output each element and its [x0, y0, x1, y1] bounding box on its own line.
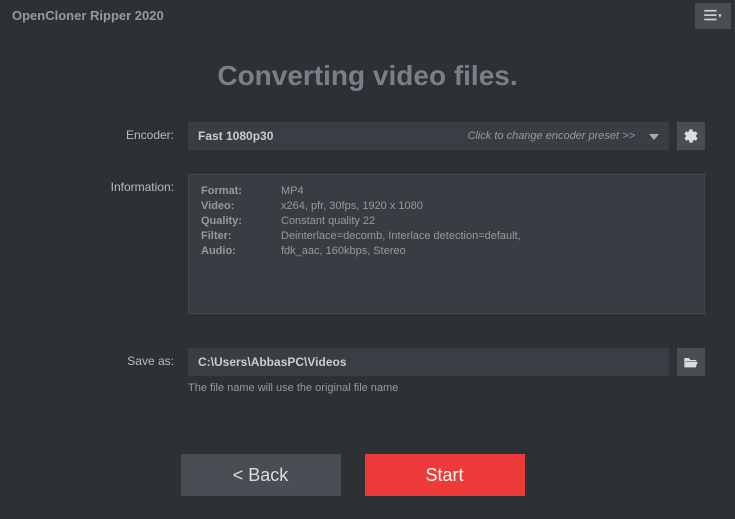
info-audio-value: fdk_aac, 160kbps, Stereo: [281, 245, 692, 257]
saveas-path-value: C:\Users\AbbasPC\Videos: [198, 355, 347, 369]
saveas-label: Save as:: [0, 348, 188, 376]
encoder-hint: Click to change encoder preset >>: [467, 130, 643, 142]
encoder-settings-button[interactable]: [677, 122, 705, 150]
saveas-note: The file name will use the original file…: [188, 382, 705, 394]
hamburger-icon: [704, 9, 722, 23]
info-quality-value: Constant quality 22: [281, 215, 692, 227]
saveas-path-input[interactable]: C:\Users\AbbasPC\Videos: [188, 348, 669, 376]
info-format-value: MP4: [281, 185, 692, 197]
app-title: OpenCloner Ripper 2020: [12, 8, 164, 23]
back-button[interactable]: < Back: [181, 454, 341, 496]
info-quality-key: Quality:: [201, 215, 281, 227]
info-video-value: x264, pfr, 30fps, 1920 x 1080: [281, 200, 692, 212]
menu-button[interactable]: [695, 3, 731, 29]
titlebar: OpenCloner Ripper 2020: [0, 0, 735, 30]
info-filter-key: Filter:: [201, 230, 281, 242]
info-video-key: Video:: [201, 200, 281, 212]
gear-icon: [683, 128, 699, 144]
encoder-preset-dropdown[interactable]: Fast 1080p30 Click to change encoder pre…: [188, 122, 669, 150]
info-format-key: Format:: [201, 185, 281, 197]
chevron-down-icon: [649, 129, 659, 143]
info-filter-value: Deinterlace=decomb, Interlace detection=…: [281, 230, 692, 242]
folder-open-icon: [683, 355, 699, 369]
start-button[interactable]: Start: [365, 454, 525, 496]
information-label: Information:: [0, 174, 188, 314]
page-title: Converting video files.: [0, 60, 735, 92]
browse-folder-button[interactable]: [677, 348, 705, 376]
encoder-label: Encoder:: [0, 122, 188, 150]
information-panel: Format: MP4 Video: x264, pfr, 30fps, 192…: [188, 174, 705, 314]
encoder-preset-value: Fast 1080p30: [198, 129, 273, 143]
info-audio-key: Audio:: [201, 245, 281, 257]
